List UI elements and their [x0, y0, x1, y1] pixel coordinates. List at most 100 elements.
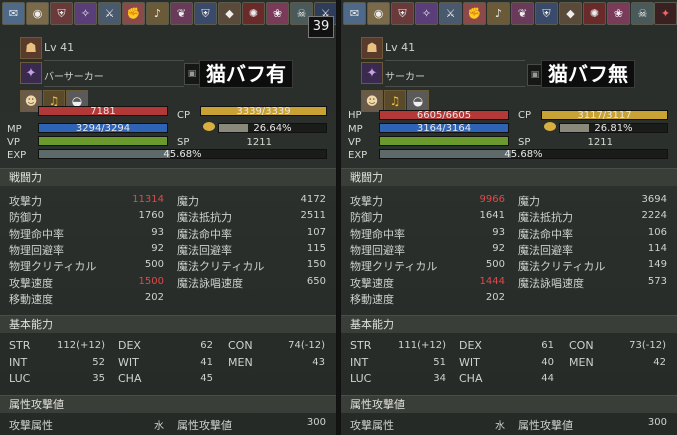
stat-value: 115 [306, 242, 326, 254]
cat-pet-icon[interactable]: ☻ [361, 90, 383, 112]
magic-icon[interactable]: ✧ [74, 2, 97, 25]
level-divider [44, 60, 184, 61]
scroll-icon[interactable]: ✉ [2, 2, 25, 25]
stat-value: 92 [151, 242, 164, 254]
horn-icon[interactable]: ♪ [487, 2, 510, 25]
blade-icon[interactable]: ⚔ [98, 2, 121, 25]
buff-bar: ✉◉⛨✧⚔✊♪❦⛨◆✺❀☠⚔♨ [343, 2, 677, 36]
horn-icon[interactable]: ♪ [146, 2, 169, 25]
character-class: バーサーカー [44, 72, 104, 83]
attack-element-value: 水 [154, 421, 164, 432]
stat-value: 500 [485, 259, 505, 271]
stat-label: 物理命中率 [350, 227, 405, 241]
mp-bar: 3294/3294 [38, 123, 168, 134]
cp-bar: 3117/3117 [541, 110, 668, 121]
stat-label: 攻撃速度 [350, 276, 394, 290]
attribute-label: WIT [118, 355, 139, 369]
attribute-label: LUC [9, 372, 31, 385]
pet-icon-row: ☻ ♫ ◒ [361, 90, 429, 112]
attribute-value: 42 [653, 356, 666, 368]
blade-icon[interactable]: ⚔ [439, 2, 462, 25]
bowl-icon[interactable]: ◒ [407, 90, 429, 112]
stat-label: 魔法詠唱速度 [518, 276, 584, 290]
stat-label: 魔法クリティカル [518, 260, 606, 274]
stat-label: 物理命中率 [9, 227, 64, 241]
gem-icon[interactable]: ◆ [218, 2, 241, 25]
buff-count-badge: 39 [308, 16, 334, 38]
gem-icon[interactable]: ◆ [559, 2, 582, 25]
attribute-label: CHA [118, 372, 142, 385]
shield-icon[interactable]: ⛨ [50, 2, 73, 25]
sp-label: SP [177, 137, 190, 148]
feather-icon[interactable]: ❦ [170, 2, 193, 25]
attribute-attack-section-header: 属性攻撃値 [0, 395, 336, 413]
flower-icon[interactable]: ❀ [607, 2, 630, 25]
attribute-value: 61 [541, 340, 554, 351]
flower-icon[interactable]: ❀ [266, 2, 289, 25]
shield-icon[interactable]: ⛨ [391, 2, 414, 25]
stat-label: 物理回避率 [9, 243, 64, 257]
attribute-value: 52 [92, 356, 105, 368]
character-portrait: ☗ [20, 37, 42, 59]
feather-icon[interactable]: ❦ [511, 2, 534, 25]
attribute-label: STR [350, 339, 372, 352]
cat-buff-badge: 猫バフ無 [541, 60, 635, 88]
stat-value: 573 [647, 275, 667, 287]
shield2-icon[interactable]: ⛨ [535, 2, 558, 25]
attribute-value: 62 [200, 340, 213, 351]
hp-bar: 7181 [38, 106, 168, 117]
buff-bar: ✉◉⛨✧⚔✊♪❦⛨◆✺❀☠⚔♨ [2, 2, 336, 36]
note-icon[interactable]: ♫ [384, 90, 406, 112]
stat-value: 149 [647, 259, 667, 271]
exp-bar-text: 45.68% [163, 149, 202, 160]
attribute-value: 112(+12) [57, 340, 105, 351]
skull-icon[interactable]: ☠ [631, 2, 654, 25]
cat-buff-badge: 猫バフ有 [199, 60, 293, 88]
attribute-label: DEX [118, 339, 141, 352]
class-divider [385, 86, 525, 87]
character-class: サーカー [385, 72, 425, 83]
cp-bar: 3339/3339 [200, 106, 327, 117]
shield2-icon[interactable]: ⛨ [194, 2, 217, 25]
stat-label: 物理クリティカル [350, 260, 438, 274]
buff-slot-icon[interactable]: ✦ [654, 2, 677, 25]
stat-label: 魔法抵抗力 [518, 211, 573, 225]
fist-icon[interactable]: ✊ [463, 2, 486, 25]
stat-label: 物理回避率 [350, 243, 405, 257]
attribute-attack-value: 300 [306, 417, 326, 428]
fist-icon[interactable]: ✊ [122, 2, 145, 25]
magic-icon[interactable]: ✧ [415, 2, 438, 25]
scroll-icon[interactable]: ✉ [343, 2, 366, 25]
combat-section-header: 戦闘力 [341, 168, 677, 186]
swirl-icon[interactable]: ✺ [242, 2, 265, 25]
stat-label: 魔法命中率 [177, 227, 232, 241]
stat-value: 9966 [479, 194, 505, 205]
drum-icon[interactable]: ◉ [26, 2, 49, 25]
attack-element-value: 水 [495, 421, 505, 432]
attribute-value: 74(-12) [288, 340, 325, 351]
attribute-value: 35 [92, 373, 105, 384]
drum-icon[interactable]: ◉ [367, 2, 390, 25]
stat-label: 防御力 [9, 211, 42, 225]
swirl-icon[interactable]: ✺ [583, 2, 606, 25]
vp-label: VP [7, 137, 20, 148]
stat-value: 3694 [641, 194, 667, 205]
stat-label: 攻撃力 [9, 195, 42, 208]
stat-value: 4172 [300, 194, 326, 205]
class-divider [44, 86, 184, 87]
stat-label: 移動速度 [350, 292, 394, 306]
attribute-label: CON [228, 339, 253, 352]
soul-icon [203, 122, 215, 131]
cp-label: CP [177, 110, 191, 121]
class-icon: ✦ [361, 62, 383, 84]
attack-element-label: 攻撃属性 [9, 419, 53, 432]
hp-label: HP [348, 110, 362, 121]
attribute-label: DEX [459, 339, 482, 352]
lock-icon[interactable]: ▣ [184, 63, 200, 85]
attribute-attack-value: 300 [647, 417, 667, 428]
attribute-label: LUC [350, 372, 372, 385]
attribute-value: 111(+12) [398, 340, 446, 351]
combat-section-header: 戦闘力 [0, 168, 336, 186]
attribute-value: 41 [200, 356, 213, 368]
vp-label: VP [348, 137, 361, 148]
